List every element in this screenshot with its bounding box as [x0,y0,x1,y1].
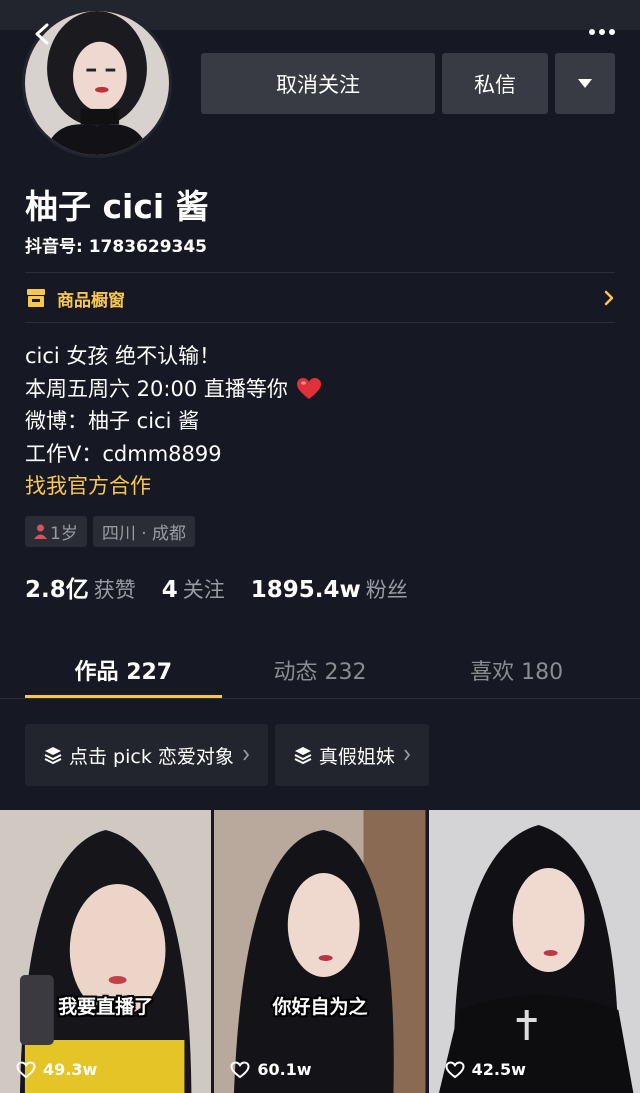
female-person-icon [34,524,47,539]
tab-likes[interactable]: 喜欢 180 [418,640,615,698]
shop-window-label: 商品橱窗 [57,290,125,311]
followers-count[interactable]: 1895.4w [251,577,361,603]
video-thumbnail[interactable]: 42.5w [428,810,640,1093]
bio-line: 工作V：cdmm8899 [25,441,222,466]
following-count[interactable]: 4 [162,577,178,603]
more-dot [609,29,615,35]
chevron-right-icon [243,749,250,761]
red-heart-emoji [296,377,321,399]
bio-line: 微博：柚子 cici 酱 [25,409,200,433]
collections-row: 点击 pick 恋爱对象 真假姐妹 [25,724,429,786]
heart-outline-icon [230,1060,250,1078]
divider [25,272,615,273]
message-button[interactable]: 私信 [442,53,548,114]
divider [25,322,615,323]
back-chevron-icon [35,23,49,45]
video-caption: 你好自为之 [272,996,368,1018]
collection-sisters[interactable]: 真假姐妹 [274,724,429,786]
profile-stats: 2.8亿 获赞 4 关注 1895.4w 粉丝 [25,570,434,604]
stack-icon [44,747,62,765]
likes-count: 2.8亿 [25,577,89,603]
profile-tags: 1岁 四川 · 成都 [25,516,196,547]
video-likes: 42.5w [445,1060,526,1079]
video-grid: 我要直播了 49.3w 你好自为之 60.1w 42.5w [0,810,640,1093]
heart-outline-icon [445,1060,465,1078]
likes-count: 60.1w [257,1060,312,1079]
followers-label[interactable]: 粉丝 [366,574,408,604]
age-text: 1岁 [50,524,78,544]
video-likes: 49.3w [16,1060,97,1079]
collection-label: 真假姐妹 [318,745,395,768]
video-cover-image [214,810,426,1093]
heart-outline-icon [16,1060,36,1078]
unfollow-button[interactable]: 取消关注 [201,53,435,114]
age-tag: 1岁 [25,516,87,547]
video-cover-image [428,810,640,1093]
location-tag: 四川 · 成都 [92,516,196,547]
likes-count: 49.3w [43,1060,98,1079]
nickname: 柚子 cici 酱 [25,187,209,226]
chevron-right-icon [404,749,411,761]
more-options-button[interactable] [580,14,624,50]
douyin-id: 抖音号: 1783629345 [25,237,208,257]
collection-label: 点击 pick 恋爱对象 [69,745,234,768]
video-thumbnail[interactable]: 你好自为之 60.1w [214,810,426,1093]
content-tabs: 作品 227 动态 232 喜欢 180 [25,640,615,698]
bio-line-with-heart: 本周五周六 20:00 直播等你 [25,373,322,406]
triangle-down-icon [578,79,592,88]
shop-window-row[interactable]: 商品橱窗 [25,284,615,312]
bio-line: cici 女孩 绝不认输！ [25,344,221,368]
chevron-right-icon [604,290,614,306]
more-dot [599,29,605,35]
video-caption: 我要直播了 [58,996,154,1018]
likes-count: 42.5w [471,1060,526,1079]
following-label[interactable]: 关注 [183,574,225,604]
bio-line: 本周五周六 20:00 直播等你 [25,376,288,401]
tab-works[interactable]: 作品 227 [25,640,222,698]
back-button[interactable] [30,22,54,46]
more-dots-icon [589,29,595,35]
tabs-divider [0,698,640,699]
video-cover-image [0,810,212,1093]
tab-activity[interactable]: 动态 232 [222,640,419,698]
video-thumbnail[interactable]: 我要直播了 49.3w [0,810,212,1093]
bio: cici 女孩 绝不认输！ 本周五周六 20:00 直播等你 微博：柚子 cic… [25,340,322,503]
dropdown-button[interactable] [555,53,615,114]
collection-pick-lover[interactable]: 点击 pick 恋爱对象 [25,724,268,786]
likes-label: 获赞 [93,578,136,602]
stack-icon [294,747,312,765]
official-cooperation-link[interactable]: 找我官方合作 [25,470,322,503]
shop-icon [27,289,45,307]
video-likes: 60.1w [230,1060,312,1079]
